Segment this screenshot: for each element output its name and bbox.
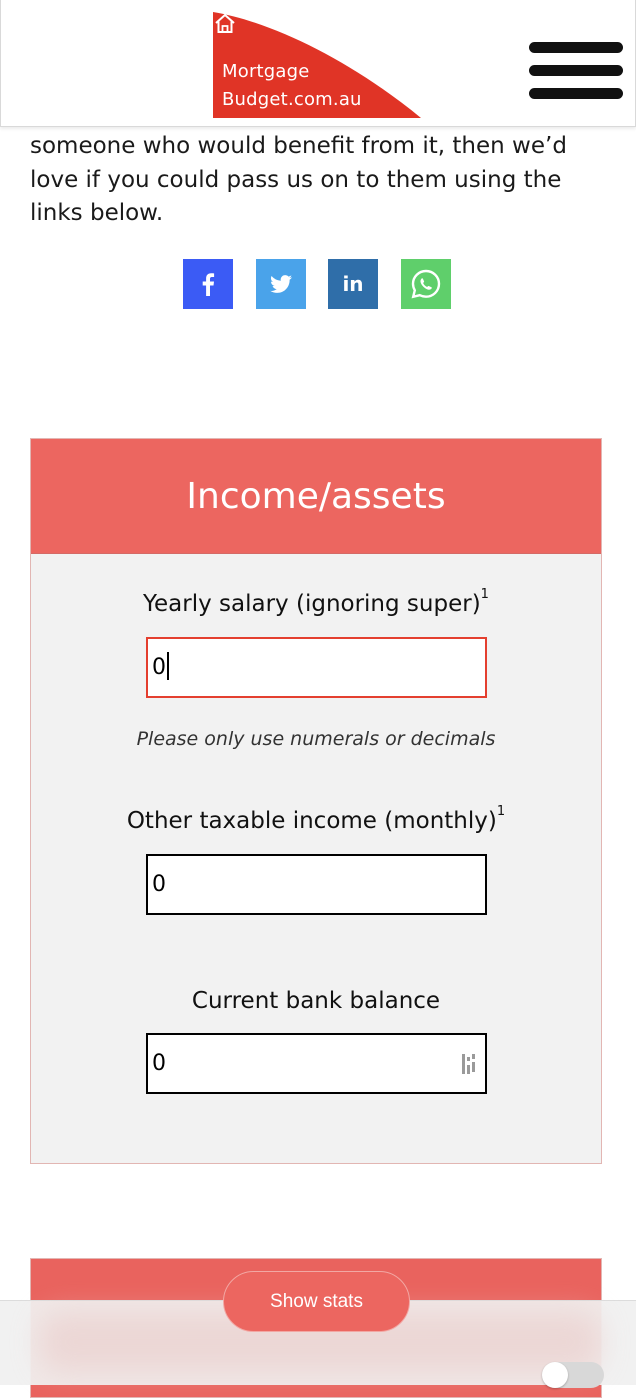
yearly-salary-input[interactable]: 0 [146, 637, 487, 698]
logo-line-2: Budget.com.au [222, 89, 362, 110]
yearly-salary-label: Yearly salary (ignoring super)1 [31, 587, 601, 617]
validation-hint: Please only use numerals or decimals [136, 728, 496, 750]
bank-balance-value: 0 [152, 1051, 166, 1076]
hamburger-menu-icon[interactable] [529, 42, 623, 100]
site-logo[interactable]: Mortgage Budget.com.au [213, 12, 423, 118]
house-icon [215, 13, 235, 33]
bank-balance-label: Current bank balance [191, 988, 441, 1014]
logo-line-1: Mortgage [222, 61, 310, 82]
card-title: Income/assets [31, 439, 601, 554]
facebook-share-button[interactable] [183, 259, 233, 309]
yearly-salary-label-text: Yearly salary (ignoring super) [143, 591, 481, 617]
twitter-icon [256, 259, 306, 309]
stats-toggle[interactable] [542, 1362, 604, 1388]
svg-text:in: in [342, 272, 363, 296]
other-income-value: 0 [152, 872, 166, 897]
other-income-label: Other taxable income (monthly)1 [31, 804, 601, 834]
yearly-salary-value: 0 [152, 655, 166, 680]
site-header: Mortgage Budget.com.au [0, 0, 636, 127]
show-stats-button[interactable]: Show stats [223, 1271, 410, 1332]
facebook-icon [183, 259, 233, 309]
toggle-knob [542, 1362, 568, 1388]
whatsapp-share-button[interactable] [401, 259, 451, 309]
footnote-marker: 1 [480, 587, 489, 602]
linkedin-icon: in [328, 259, 378, 309]
linkedin-share-button[interactable]: in [328, 259, 378, 309]
other-income-label-text: Other taxable income (monthly) [126, 808, 497, 834]
other-income-input[interactable]: 0 [146, 854, 487, 915]
footnote-marker: 1 [496, 804, 506, 819]
whatsapp-icon [401, 259, 451, 309]
password-manager-icon[interactable] [461, 1053, 479, 1075]
text-caret [167, 652, 169, 680]
share-intro-text: someone who would benefit from it, then … [30, 133, 567, 226]
logo-wordmark: Mortgage Budget.com.au [222, 58, 362, 114]
twitter-share-button[interactable] [256, 259, 306, 309]
income-assets-card: Income/assets Yearly salary (ignoring su… [30, 438, 602, 1164]
bank-balance-input[interactable]: 0 [146, 1033, 487, 1094]
